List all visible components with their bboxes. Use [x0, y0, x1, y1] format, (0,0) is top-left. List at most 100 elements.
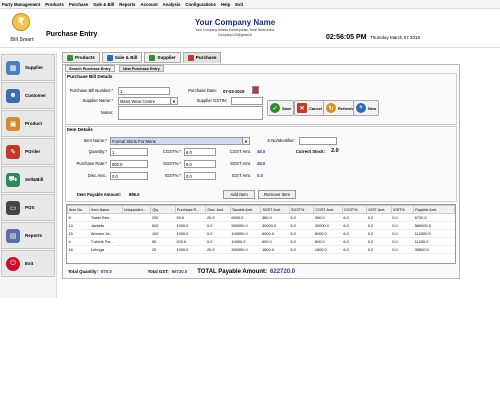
sidebar-item-supplier[interactable]: ▦ Supplier — [1, 54, 55, 81]
column-header[interactable]: Uniqueiden... — [121, 205, 152, 214]
sgst-input[interactable]: 6.0 — [184, 160, 216, 168]
table-row[interactable]: 15 Women Je... 100 1000.0 0.0 100000.0 6000.0 6… — [67, 229, 455, 238]
purchase-date-label: Purchase Date: — [188, 88, 217, 93]
table-header-row: Item No. Item Name Uniqueiden... Qty Pur… — [67, 205, 455, 214]
table-cell: 20.0 — [205, 245, 231, 254]
menu-analysis[interactable]: Analysis — [163, 2, 181, 7]
save-button[interactable]: ✓ Save — [267, 100, 295, 116]
igst-amt-label: IGST Amt. — [231, 173, 251, 178]
calendar-icon[interactable] — [252, 86, 259, 94]
bill-no-input[interactable]: 1 — [118, 87, 170, 95]
igst-input[interactable]: 0.0 — [184, 172, 216, 180]
table-cell: 6.0 — [342, 213, 367, 222]
column-header[interactable]: Item No. — [67, 205, 91, 214]
items-table[interactable]: Item No. Item Name Uniqueiden... Qty Pur… — [66, 204, 456, 264]
menu-party[interactable]: Party Management — [2, 2, 40, 7]
sidebar-item-reports[interactable]: ▤ Reports — [1, 222, 55, 249]
purchase-date-value[interactable]: 07-03-2019 — [222, 87, 250, 95]
table-cell: 1000.0 — [175, 245, 206, 254]
tab-supplier[interactable]: Supplier — [144, 52, 181, 63]
column-header[interactable]: Qty — [150, 205, 176, 214]
sgst-amt-value: 48.0 — [257, 161, 266, 166]
table-cell — [122, 245, 151, 254]
totals-bar: Total Quantity: 870.0 Total GST: 66720.0… — [63, 265, 459, 278]
menu-account[interactable]: Account — [140, 2, 157, 7]
column-header[interactable]: Purchase R... — [174, 205, 207, 214]
igst-amt-value: 0.0 — [257, 173, 263, 178]
table-row[interactable]: 16 Lehnga 20 1000.0 20.0 300000.0 1800.0 6.0 180… — [67, 245, 455, 254]
supplier-select[interactable]: Mens Wear Centre ▼ — [118, 97, 178, 105]
menu-products[interactable]: Products — [45, 2, 64, 7]
sidebar-item-pos[interactable]: ▭ POS — [1, 194, 55, 221]
porder-icon: ✎ — [6, 144, 20, 159]
purchase-rate-input[interactable]: 800.0 — [110, 160, 148, 168]
column-header[interactable]: Taxable Amt. — [229, 205, 262, 214]
tab-sale-bill[interactable]: Sale & Bill — [101, 52, 143, 63]
column-header[interactable]: Item Name — [89, 205, 123, 214]
table-cell: 30000.0 — [260, 221, 290, 230]
sno-input[interactable] — [299, 137, 337, 145]
subtab-new-purchase[interactable]: New Purchase Entry — [119, 65, 164, 72]
column-header[interactable]: IGST Amt. — [366, 205, 392, 214]
products-tab-icon — [67, 54, 73, 61]
sidebar-item-product[interactable]: ▣ Product — [1, 110, 55, 137]
total-qty-label: Total Quantity: — [68, 269, 98, 274]
column-header[interactable]: Disc. Amt. — [205, 205, 231, 214]
sgst-label: SGST%:* — [163, 161, 181, 166]
menu-config[interactable]: Configurations — [185, 2, 216, 7]
quantity-label: Quantity:* — [88, 149, 107, 154]
menu-sale[interactable]: Sale & Bill — [93, 2, 114, 7]
table-cell: 6000.0 — [260, 229, 290, 238]
subtab-search-purchase[interactable]: Search Purchase Entry — [65, 65, 115, 72]
sidebar-item-exit[interactable]: ⏻ Exit — [1, 250, 55, 277]
menu-reports[interactable]: Reports — [119, 2, 135, 7]
table-cell: 500 — [150, 221, 176, 230]
table-cell: 0.0 — [366, 237, 392, 246]
quantity-input[interactable]: 1 — [110, 148, 148, 156]
add-item-button[interactable]: Add Item — [223, 190, 255, 199]
menu-purchase[interactable]: Purchase — [69, 2, 88, 7]
new-button[interactable]: + New — [353, 100, 380, 116]
table-cell: 560000.0 — [413, 221, 455, 230]
disc-amt-input[interactable]: 0.0 — [110, 172, 148, 180]
remove-item-button[interactable]: Remove Item — [258, 190, 296, 199]
table-cell: 600.0 — [313, 237, 343, 246]
column-header[interactable]: CGST% — [341, 205, 368, 214]
refresh-button[interactable]: ↻ Refresh — [323, 100, 356, 116]
item-select[interactable]: Formal Shirts For Mens ▼ — [110, 137, 250, 145]
table-row[interactable]: 13 Jackets 500 1000.0 0.0 500000.0 30000.0 6.0 3… — [67, 221, 455, 230]
column-header[interactable]: SGST Amt. — [260, 205, 290, 214]
table-cell: 20 — [150, 245, 176, 254]
sidebar-item-porder[interactable]: ✎ POrder — [1, 138, 55, 165]
table-cell — [122, 221, 151, 230]
table-row[interactable]: 8 Towel Ren... 200 30.0 20.0 6000.0 360.0 6.0 36… — [67, 213, 455, 222]
table-cell: 6000.0 — [230, 213, 261, 222]
cgst-input[interactable]: 6.0 — [184, 148, 216, 156]
menu-help[interactable]: Help — [221, 2, 230, 7]
table-cell: 1800.0 — [260, 245, 290, 254]
table-cell: 6.0 — [289, 245, 314, 254]
supplier-tab-icon — [149, 54, 156, 61]
column-header[interactable]: CGST Amt. — [313, 205, 343, 214]
sgst-amt-label: SGST Amt. — [230, 161, 251, 166]
product-icon: ▣ — [6, 116, 20, 131]
table-cell: 0.0 — [366, 245, 392, 254]
cancel-button[interactable]: ✕ Cancel — [294, 100, 326, 116]
column-header[interactable]: IGST% — [390, 205, 415, 214]
supplier-gstin-input[interactable] — [231, 97, 263, 105]
supplier-gstin-label: Supplier GSTIN: — [196, 98, 228, 103]
table-cell: T-shirts For... — [89, 237, 123, 246]
column-header[interactable]: Payable Amt. — [413, 205, 455, 214]
menu-exit[interactable]: Exit — [235, 2, 243, 7]
table-row[interactable]: 4 T-shirts For... 50 200.0 0.0 10000.0 600.0 6.… — [67, 237, 455, 246]
column-header[interactable]: SGST% — [288, 205, 315, 214]
table-cell: 0.0 — [205, 221, 231, 230]
sidebar-item-sellbill[interactable]: ⛟ Sell&Bill — [1, 166, 55, 193]
table-cell: 6.0 — [342, 237, 367, 246]
tab-purchase[interactable]: Purchase — [182, 52, 222, 63]
tab-products[interactable]: Products — [62, 52, 100, 63]
table-cell: 6000.0 — [313, 229, 343, 238]
sidebar-item-customer[interactable]: ☻ Customer — [1, 82, 55, 109]
supplier-icon: ▦ — [6, 60, 20, 75]
notes-input[interactable] — [118, 106, 263, 120]
